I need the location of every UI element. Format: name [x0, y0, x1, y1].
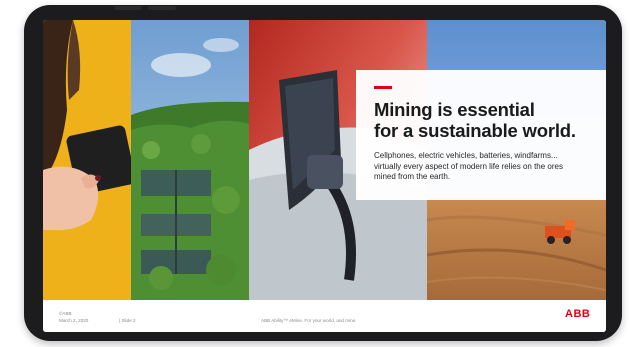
accent-bar — [374, 86, 392, 89]
headline-card: Mining is essential for a sustainable wo… — [356, 70, 606, 200]
slide-headline: Mining is essential for a sustainable wo… — [374, 99, 592, 141]
footer-tagline: ABB Ability™ eMine. For your world, and … — [261, 318, 357, 323]
body-line-3: mined from the earth. — [374, 172, 451, 181]
volume-button — [114, 6, 142, 10]
abb-logo: ABB — [565, 308, 591, 320]
body-line-2: virtually every aspect of modern life re… — [374, 161, 563, 171]
headline-line-1: Mining is essential — [374, 99, 535, 120]
footer-slide-number: | Slide 2 — [119, 318, 136, 323]
slide-body: Cellphones, electric vehicles, batteries… — [374, 151, 592, 183]
slide-footer: ©ABB March 2, 2020 | Slide 2 ABB Ability… — [43, 300, 606, 332]
body-line-1: Cellphones, electric vehicles, batteries… — [374, 151, 558, 160]
photo-woman-with-phone — [43, 20, 131, 300]
headline-line-2: for a sustainable world. — [374, 120, 576, 141]
footer-date: March 2, 2020 — [59, 318, 89, 323]
volume-button — [148, 6, 176, 10]
footer-company: ©ABB — [59, 311, 72, 316]
photo-green-wall — [131, 20, 249, 300]
